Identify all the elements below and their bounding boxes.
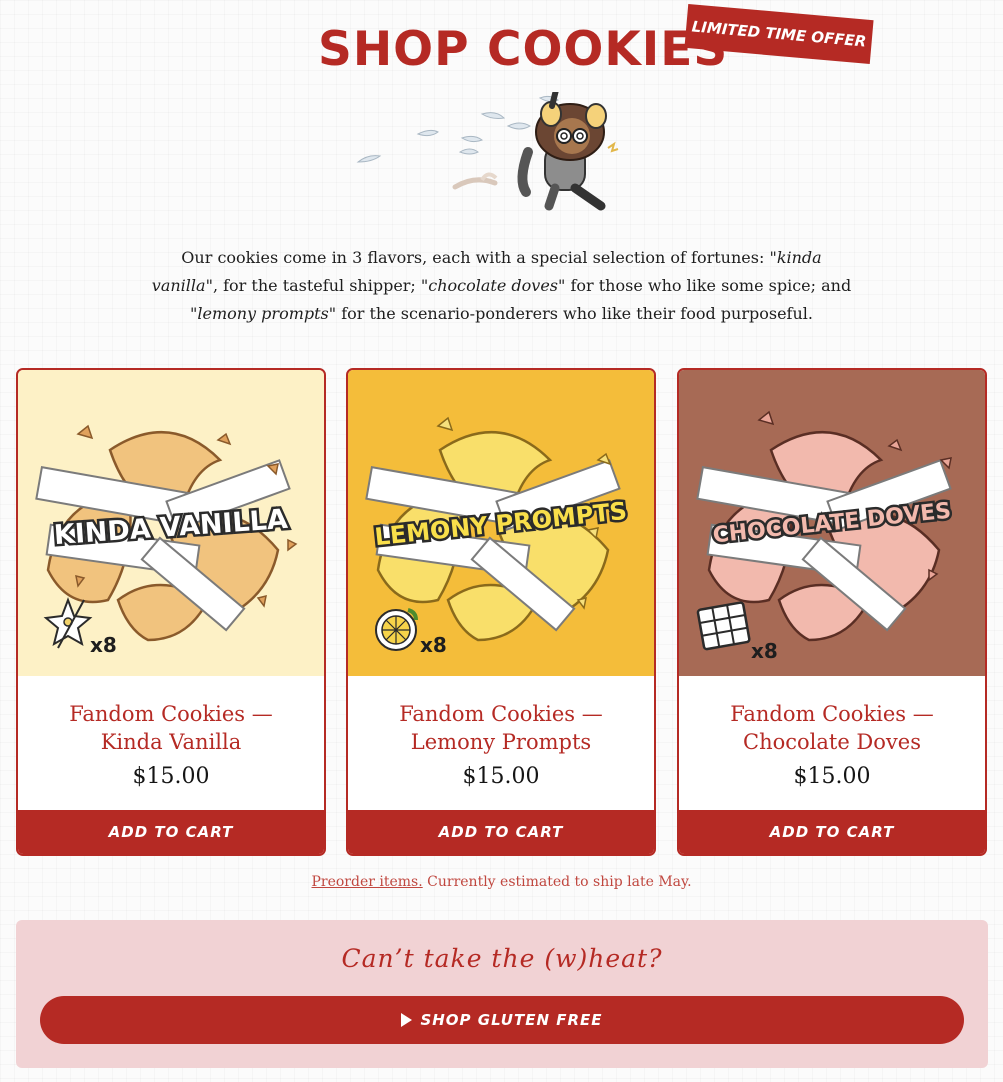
chocolate-bar-icon [696, 601, 751, 651]
shop-gluten-free-label: SHOP GLUTEN FREE [420, 1011, 603, 1029]
product-price-kinda-vanilla: $15.00 [132, 764, 210, 789]
preorder-note: Preorder items. Currently estimated to s… [0, 874, 1003, 890]
product-image-kinda-vanilla[interactable]: KINDA VANILLA x8 [18, 370, 324, 676]
shop-gluten-free-button[interactable]: SHOP GLUTEN FREE [40, 996, 964, 1044]
count-kinda-vanilla: x8 [90, 633, 117, 657]
product-price-lemony-prompts: $15.00 [462, 764, 540, 789]
product-price-chocolate-doves: $15.00 [793, 764, 871, 789]
product-name-chocolate-doves[interactable]: Fandom Cookies — Chocolate Doves [679, 700, 985, 756]
product-image-chocolate-doves[interactable]: CHOCOLATE DOVES x8 [679, 370, 985, 676]
product-image-lemony-prompts[interactable]: LEMONY PROMPTS x8 [348, 370, 654, 676]
gluten-free-panel: Can’t take the (w)heat? SHOP GLUTEN FREE [16, 920, 988, 1068]
flying-mascot-illustration [356, 92, 619, 211]
intro-text: Our cookies come in 3 flavors, each with… [151, 248, 852, 323]
add-to-cart-button-kinda-vanilla[interactable]: ADD TO CART [18, 810, 324, 854]
product-card-chocolate-doves[interactable]: CHOCOLATE DOVES x8 Fandom Cookies — Choc… [677, 368, 987, 856]
preorder-ship-text: Currently estimated to ship late May. [422, 874, 692, 890]
preorder-link[interactable]: Preorder items. [311, 874, 422, 890]
count-lemony-prompts: x8 [420, 633, 447, 657]
page-title: SHOP COOKIES [318, 22, 729, 77]
product-name-lemony-prompts[interactable]: Fandom Cookies — Lemony Prompts [348, 700, 654, 756]
product-name-kinda-vanilla[interactable]: Fandom Cookies — Kinda Vanilla [18, 700, 324, 756]
lemon-slice-icon [375, 608, 418, 651]
add-to-cart-button-lemony-prompts[interactable]: ADD TO CART [348, 810, 654, 854]
product-card-lemony-prompts[interactable]: LEMONY PROMPTS x8 Fandom Cookies — Lemon… [346, 368, 656, 856]
count-chocolate-doves: x8 [751, 639, 778, 663]
product-card-kinda-vanilla[interactable]: KINDA VANILLA x8 Fandom Cookies — Kinda … [16, 368, 326, 856]
gluten-free-heading: Can’t take the (w)heat? [341, 944, 663, 973]
add-to-cart-button-chocolate-doves[interactable]: ADD TO CART [679, 810, 985, 854]
play-triangle-icon [401, 1013, 413, 1027]
